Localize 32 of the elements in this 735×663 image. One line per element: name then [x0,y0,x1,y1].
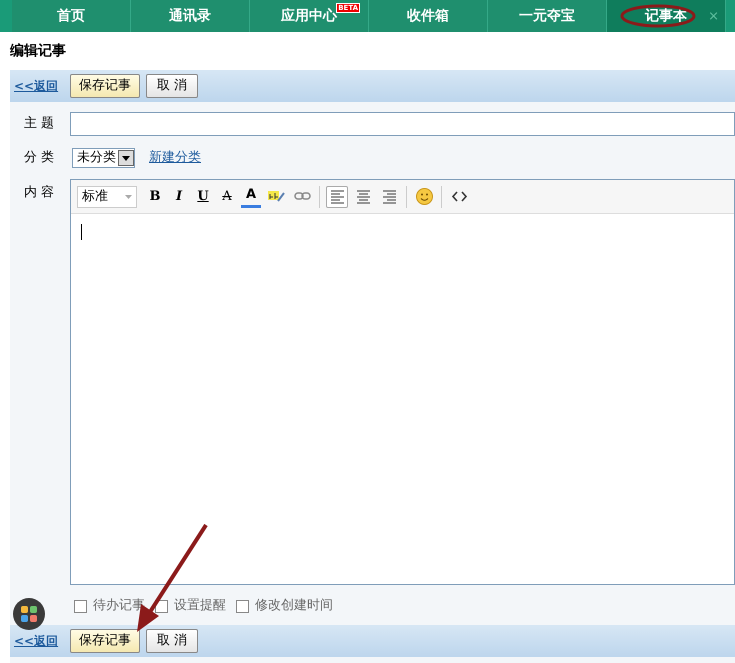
field-label: 内 容 [23,184,56,202]
back-link[interactable]: <<返回 [14,77,58,95]
save-button[interactable]: 保存记事 [70,629,140,653]
new-category-link[interactable]: 新建分类 [149,148,201,168]
subject-field[interactable] [70,112,735,136]
back-link[interactable]: <<返回 [14,632,58,650]
align-left-icon[interactable] [326,186,348,208]
checkbox-label: 修改创建时间 [255,597,333,616]
nav-tab[interactable]: 通讯录 [131,0,250,32]
content-editor[interactable]: 标准 B I U A A [70,179,735,585]
cancel-button[interactable]: 取 消 [146,629,198,653]
cancel-button[interactable]: 取 消 [146,74,198,98]
italic-button[interactable]: I [169,186,189,208]
text-cursor [81,224,82,240]
underline-button[interactable]: U [193,186,213,208]
field-label: 分 类 [23,149,56,168]
field-label: 主 题 [23,115,56,134]
bold-button[interactable]: B [145,186,165,208]
nav-tab[interactable]: 首页 [12,0,131,32]
smiley-icon[interactable] [413,186,435,208]
strikethrough-button[interactable]: A [217,186,237,208]
checkbox[interactable] [236,600,249,612]
page-title: 编辑记事 [8,42,67,61]
nav-tab[interactable]: 一元夺宝 [488,0,607,32]
category-select[interactable]: 未分类 [72,148,135,168]
save-button[interactable]: 保存记事 [70,74,140,98]
font-color-button[interactable]: A [241,186,261,208]
checkbox-label: 设置提醒 [174,597,226,616]
caret-icon [125,194,132,198]
nav-tab[interactable]: 收件箱 [369,0,488,32]
style-select[interactable]: 标准 [77,186,137,208]
checkbox[interactable] [74,600,87,612]
